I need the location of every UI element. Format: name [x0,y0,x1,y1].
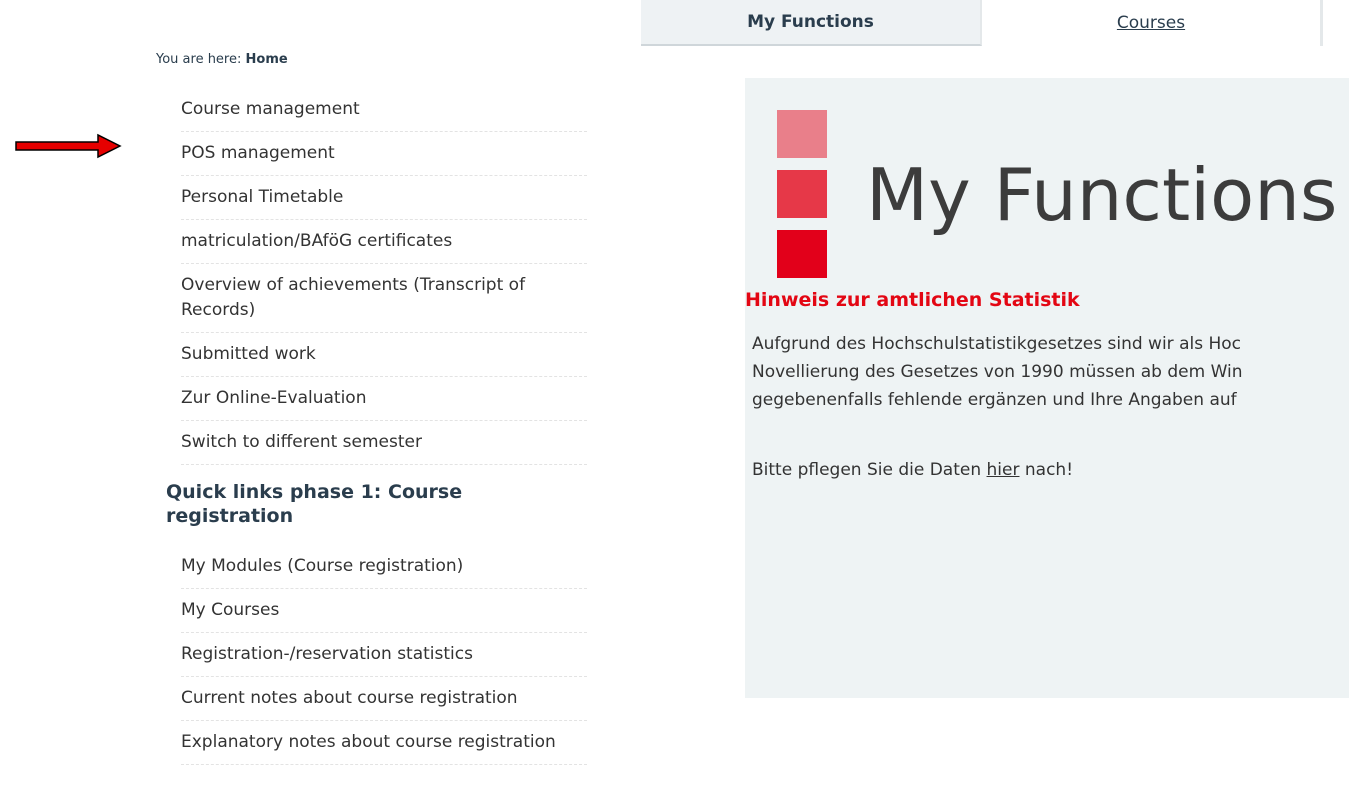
quicklink-registration-statistics[interactable]: Registration-/reservation statistics [181,633,587,677]
cta-text-before: Bitte pflegen Sie die Daten [752,460,987,480]
notice-line: gegebenenfalls fehlende ergänzen und Ihr… [752,390,1237,410]
notice-line: Novellierung des Gesetzes von 1990 müsse… [752,362,1243,382]
notice-line: Aufgrund des Hochschulstatistikgesetzes … [752,334,1241,354]
breadcrumb: You are here: Home [156,52,288,67]
logo-bars [777,110,827,290]
cta-link-hier[interactable]: hier [987,460,1020,480]
quicklinks-nav: My Modules (Course registration) My Cour… [181,545,587,765]
tab-my-functions[interactable]: My Functions [641,0,982,46]
logo-bar-light [777,110,827,158]
sidebar-item-submitted-work[interactable]: Submitted work [181,333,587,377]
sidebar-item-personal-timetable[interactable]: Personal Timetable [181,176,587,220]
sidebar-nav: Course management POS management Persona… [181,88,587,465]
notice-title: Hinweis zur amtlichen Statistik [745,289,1080,311]
quicklink-my-modules[interactable]: My Modules (Course registration) [181,545,587,589]
top-tabs: My Functions Courses [641,0,1349,47]
sidebar-item-certificates[interactable]: matriculation/BAföG certificates [181,220,587,264]
page-title: My Functions [866,153,1338,237]
cta-text-after: nach! [1019,460,1074,480]
quicklink-current-notes[interactable]: Current notes about course registration [181,677,587,721]
breadcrumb-current[interactable]: Home [246,52,288,67]
quicklink-explanatory-notes[interactable]: Explanatory notes about course registrat… [181,721,587,765]
quicklink-my-courses[interactable]: My Courses [181,589,587,633]
notice-body: Aufgrund des Hochschulstatistikgesetzes … [752,330,1349,414]
page: My Functions Courses You are here: Home … [0,0,1349,801]
notice-cta: Bitte pflegen Sie die Daten hier nach! [752,460,1073,480]
sidebar-item-transcript[interactable]: Overview of achievements (Transcript of … [181,264,587,333]
sidebar-item-course-management[interactable]: Course management [181,88,587,132]
breadcrumb-prefix: You are here: [156,52,246,67]
tab-partial[interactable] [1322,0,1349,46]
sidebar-item-pos-management[interactable]: POS management [181,132,587,176]
logo-bar-mid [777,170,827,218]
quicklinks-heading: Quick links phase 1: Course registration [166,481,463,527]
tab-courses[interactable]: Courses [982,0,1322,46]
sidebar-item-switch-semester[interactable]: Switch to different semester [181,421,587,465]
sidebar-item-online-evaluation[interactable]: Zur Online-Evaluation [181,377,587,421]
annotation-arrow-icon [15,133,122,159]
logo-bar-dark [777,230,827,278]
